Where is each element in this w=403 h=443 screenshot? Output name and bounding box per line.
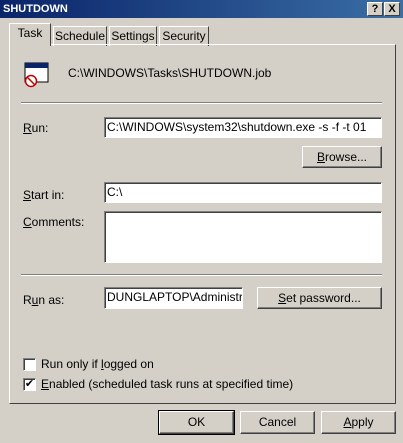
close-button[interactable]: X: [384, 2, 400, 16]
run-as-label: Run as:: [23, 293, 65, 307]
separator-top: [21, 102, 382, 104]
browse-button[interactable]: Browse...: [302, 146, 382, 168]
scheduled-task-icon: [24, 62, 50, 88]
tab-schedule[interactable]: Schedule: [53, 26, 107, 46]
tab-security[interactable]: Security: [159, 26, 209, 46]
run-label: Run:: [23, 121, 49, 135]
separator-middle: [21, 274, 382, 276]
task-path: C:\WINDOWS\Tasks\SHUTDOWN.job: [68, 66, 272, 80]
set-password-button[interactable]: Set password...: [257, 287, 382, 309]
run-input[interactable]: C:\WINDOWS\system32\shutdown.exe -s -f -…: [104, 117, 382, 138]
start-in-label: Start in:: [23, 188, 65, 202]
apply-button[interactable]: Apply: [321, 411, 396, 434]
window-title: SHUTDOWN: [3, 3, 68, 15]
title-bar: SHUTDOWN: [0, 0, 403, 18]
cancel-button[interactable]: Cancel: [240, 411, 315, 434]
checkmark-icon: ✔: [24, 378, 35, 390]
enabled-checkbox[interactable]: ✔: [23, 378, 36, 391]
comments-label: Comments:: [23, 215, 85, 229]
run-as-input[interactable]: DUNGLAPTOP\Administrat: [104, 287, 243, 309]
comments-textarea[interactable]: [104, 211, 382, 263]
enabled-label: Enabled (scheduled task runs at specifie…: [41, 377, 294, 391]
tab-settings[interactable]: Settings: [109, 26, 157, 46]
tab-task[interactable]: Task: [9, 23, 51, 46]
run-only-logged-on-label: Run only if logged on: [41, 357, 154, 371]
run-only-logged-on-checkbox[interactable]: [23, 358, 36, 371]
ok-button[interactable]: OK: [158, 410, 235, 435]
help-button[interactable]: ?: [367, 2, 383, 16]
start-in-input[interactable]: C:\: [104, 182, 382, 203]
